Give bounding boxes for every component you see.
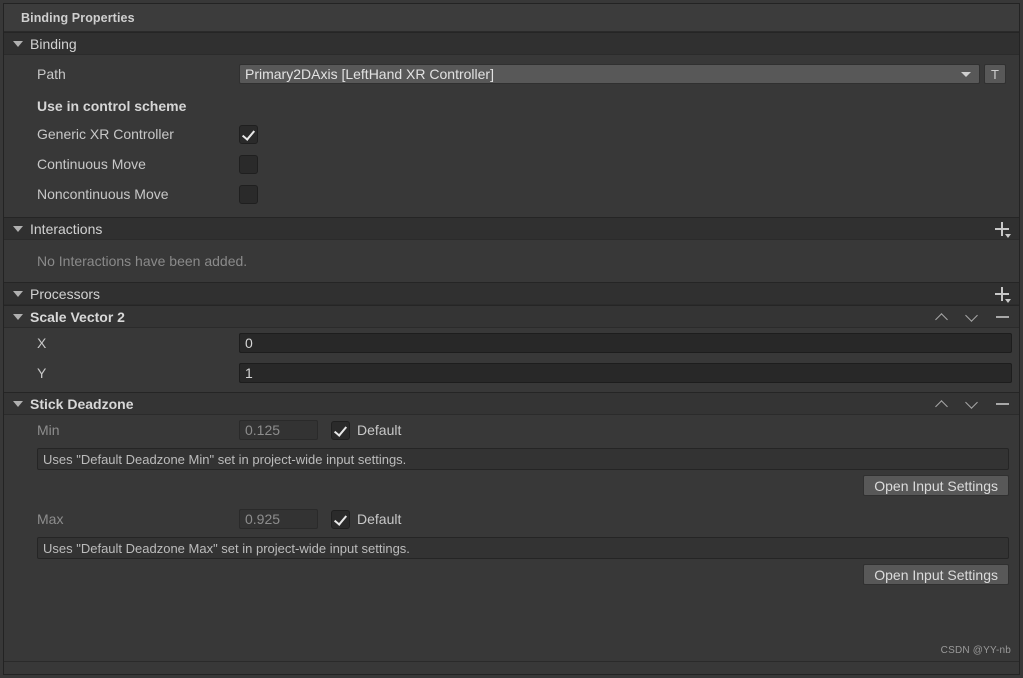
deadzone-default-checkbox-min[interactable]	[331, 421, 350, 440]
path-row: Path Primary2DAxis [LeftHand XR Controll…	[4, 55, 1019, 93]
deadzone-default-checkbox-max[interactable]	[331, 510, 350, 529]
section-title-scale-vector-2: Scale Vector 2	[30, 309, 125, 325]
window-inner: Binding Properties Binding Path Primary2…	[3, 3, 1020, 675]
path-text-toggle-button[interactable]: T	[984, 64, 1006, 84]
section-title-processors: Processors	[30, 286, 100, 302]
foldout-triangle-icon[interactable]	[13, 401, 23, 407]
plus-icon	[994, 286, 1010, 302]
section-title-interactions: Interactions	[30, 221, 102, 237]
chevron-up-icon	[935, 310, 949, 324]
scale-vector-row-y: Y 1	[4, 358, 1019, 388]
scale-vector-label-y: Y	[37, 365, 239, 381]
chevron-down-icon	[961, 72, 971, 77]
add-interaction-button[interactable]	[993, 220, 1011, 238]
open-input-settings-button-min[interactable]: Open Input Settings	[863, 475, 1009, 496]
remove-processor-button[interactable]	[993, 395, 1011, 413]
scale-vector-row-x: X 0	[4, 328, 1019, 358]
control-scheme-heading: Use in control scheme	[4, 93, 1019, 119]
scheme-checkbox-generic-xr-controller[interactable]	[239, 125, 258, 144]
chevron-up-icon	[935, 397, 949, 411]
foldout-triangle-icon[interactable]	[13, 226, 23, 232]
section-header-binding[interactable]: Binding	[4, 32, 1019, 55]
spacer	[4, 209, 1019, 217]
move-down-button[interactable]	[963, 395, 981, 413]
chevron-down-icon	[965, 310, 979, 324]
spacer	[4, 496, 1019, 504]
watermark: CSDN @YY-nb	[941, 645, 1011, 656]
deadzone-default-label-min: Default	[357, 422, 401, 438]
section-header-scale-vector-2[interactable]: Scale Vector 2	[4, 305, 1019, 328]
scheme-label: Continuous Move	[37, 156, 239, 172]
scheme-checkbox-continuous-move[interactable]	[239, 155, 258, 174]
scale-vector-label-x: X	[37, 335, 239, 351]
path-label: Path	[37, 66, 239, 82]
deadzone-row-min: Min 0.125 Default	[4, 415, 1019, 445]
deadzone-default-max: Default	[331, 510, 401, 529]
chevron-down-icon	[1005, 299, 1011, 303]
open-input-settings-button-max[interactable]: Open Input Settings	[863, 564, 1009, 585]
bottom-divider	[4, 661, 1019, 662]
foldout-triangle-icon[interactable]	[13, 314, 23, 320]
deadzone-default-min: Default	[331, 421, 401, 440]
scheme-label: Noncontinuous Move	[37, 186, 239, 202]
section-header-processors[interactable]: Processors	[4, 282, 1019, 305]
scheme-row-generic-xr-controller: Generic XR Controller	[4, 119, 1019, 149]
section-title-binding: Binding	[30, 36, 77, 52]
move-down-button[interactable]	[963, 308, 981, 326]
path-dropdown[interactable]: Primary2DAxis [LeftHand XR Controller]	[239, 64, 980, 84]
remove-processor-button[interactable]	[993, 308, 1011, 326]
deadzone-help-max: Uses "Default Deadzone Max" set in proje…	[37, 537, 1009, 559]
scheme-row-continuous-move: Continuous Move	[4, 149, 1019, 179]
interactions-empty-message: No Interactions have been added.	[4, 240, 1019, 282]
move-up-button[interactable]	[933, 308, 951, 326]
chevron-down-icon	[965, 397, 979, 411]
deadzone-label-min: Min	[37, 422, 239, 438]
plus-icon	[994, 221, 1010, 237]
minus-icon	[996, 403, 1009, 405]
deadzone-label-max: Max	[37, 511, 239, 527]
path-value: Primary2DAxis [LeftHand XR Controller]	[240, 66, 494, 82]
processors-header-actions	[993, 283, 1011, 304]
foldout-triangle-icon[interactable]	[13, 291, 23, 297]
scale-vector-2-header-actions	[933, 306, 1011, 327]
deadzone-default-label-max: Default	[357, 511, 401, 527]
deadzone-button-row-min: Open Input Settings	[4, 475, 1019, 496]
scale-vector-input-x[interactable]: 0	[239, 333, 1012, 353]
scale-vector-input-y[interactable]: 1	[239, 363, 1012, 383]
section-title-stick-deadzone: Stick Deadzone	[30, 396, 133, 412]
chevron-down-icon	[1005, 234, 1011, 238]
scheme-checkbox-noncontinuous-move[interactable]	[239, 185, 258, 204]
deadzone-help-min: Uses "Default Deadzone Min" set in proje…	[37, 448, 1009, 470]
deadzone-input-min[interactable]: 0.125	[239, 420, 318, 440]
stick-deadzone-header-actions	[933, 393, 1011, 414]
section-header-stick-deadzone[interactable]: Stick Deadzone	[4, 392, 1019, 415]
binding-properties-window: Binding Properties Binding Path Primary2…	[0, 0, 1023, 678]
scheme-label: Generic XR Controller	[37, 126, 239, 142]
foldout-triangle-icon[interactable]	[13, 41, 23, 47]
window-titlebar: Binding Properties	[4, 4, 1019, 32]
deadzone-button-row-max: Open Input Settings	[4, 564, 1019, 585]
deadzone-input-max[interactable]: 0.925	[239, 509, 318, 529]
minus-icon	[996, 316, 1009, 318]
move-up-button[interactable]	[933, 395, 951, 413]
window-title: Binding Properties	[4, 11, 135, 25]
interactions-header-actions	[993, 218, 1011, 239]
scheme-row-noncontinuous-move: Noncontinuous Move	[4, 179, 1019, 209]
section-header-interactions[interactable]: Interactions	[4, 217, 1019, 240]
add-processor-button[interactable]	[993, 285, 1011, 303]
deadzone-row-max: Max 0.925 Default	[4, 504, 1019, 534]
